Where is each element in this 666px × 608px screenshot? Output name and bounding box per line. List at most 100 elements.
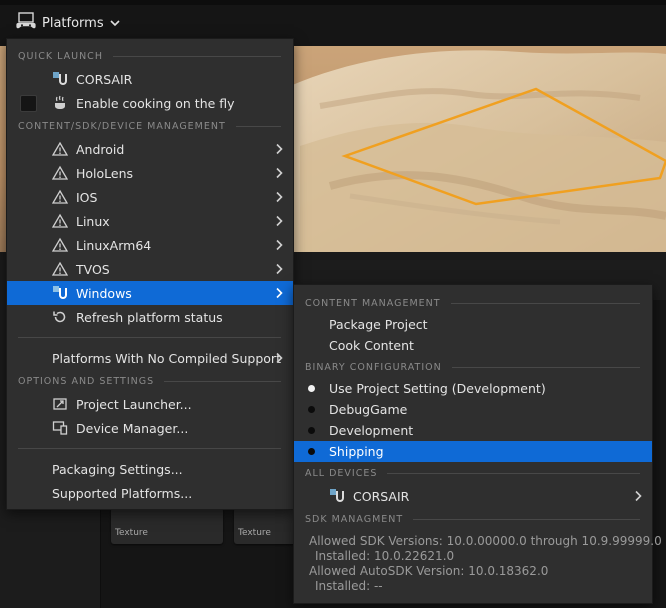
- platform-label: LinuxArm64: [76, 237, 152, 253]
- unreal-u-icon: [52, 285, 68, 301]
- refresh-platform-status[interactable]: Refresh platform status: [7, 305, 293, 329]
- section-divider: [164, 380, 281, 382]
- device-manager[interactable]: Device Manager...: [7, 416, 293, 440]
- config-debuggame[interactable]: DebugGame: [294, 399, 652, 420]
- warning-triangle-icon: [52, 213, 68, 229]
- package-project-label: Package Project: [329, 317, 428, 332]
- section-binary-configuration: BINARY CONFIGURATION: [294, 356, 652, 378]
- platform-item-linuxarm64[interactable]: LinuxArm64: [7, 233, 293, 257]
- platform-label: IOS: [76, 189, 98, 205]
- asset-type-label: Texture: [238, 528, 271, 538]
- platform-item-ios[interactable]: IOS: [7, 185, 293, 209]
- sdk-info: Allowed SDK Versions: 10.0.00000.0 throu…: [294, 534, 662, 594]
- chevron-right-icon: [273, 263, 285, 275]
- section-label: CONTENT MANAGEMENT: [305, 297, 441, 309]
- chevron-down-icon: [110, 16, 120, 31]
- config-label: Use Project Setting (Development): [329, 381, 546, 396]
- config-label: Development: [329, 423, 414, 438]
- section-management: CONTENT/SDK/DEVICE MANAGEMENT: [7, 115, 293, 137]
- platforms-menu: QUICK LAUNCH CORSAIR Enable cooking on t…: [6, 38, 294, 510]
- platform-label: Linux: [76, 213, 110, 229]
- platform-label: Windows: [76, 285, 132, 301]
- autosdk-allowed-version: Allowed AutoSDK Version: 10.0.18362.0: [309, 564, 549, 578]
- chevron-right-icon: [273, 191, 285, 203]
- autosdk-installed-version: Installed: --: [315, 579, 383, 593]
- chevron-right-icon: [273, 215, 285, 227]
- quick-launch-device[interactable]: CORSAIR: [7, 67, 293, 91]
- section-content-management: CONTENT MANAGEMENT: [294, 292, 652, 314]
- warning-triangle-icon: [52, 261, 68, 277]
- section-divider: [451, 366, 640, 368]
- sdk-installed-version: Installed: 10.0.22621.0: [315, 549, 455, 563]
- config-label: DebugGame: [329, 402, 408, 417]
- section-label: SDK MANAGMENT: [305, 513, 404, 525]
- platform-item-windows[interactable]: Windows: [7, 281, 293, 305]
- cook-content[interactable]: Cook Content: [294, 335, 652, 356]
- platform-item-android[interactable]: Android: [7, 137, 293, 161]
- packaging-settings[interactable]: Packaging Settings...: [7, 457, 293, 481]
- asset-type-label: Texture: [115, 528, 148, 538]
- config-development[interactable]: Development: [294, 420, 652, 441]
- platform-item-hololens[interactable]: HoloLens: [7, 161, 293, 185]
- section-quick-launch: QUICK LAUNCH: [7, 45, 293, 67]
- steam-cup-icon: [52, 95, 68, 111]
- radio-dot: [308, 427, 315, 434]
- menu-separator: [18, 448, 281, 449]
- section-divider: [450, 302, 640, 304]
- section-label: ALL DEVICES: [305, 467, 378, 479]
- refresh-label: Refresh platform status: [76, 309, 223, 325]
- device-corsair[interactable]: CORSAIR: [294, 484, 652, 508]
- section-label: CONTENT/SDK/DEVICE MANAGEMENT: [18, 120, 226, 132]
- chevron-right-icon: [273, 143, 285, 155]
- asset-tile[interactable]: Texture: [111, 508, 223, 544]
- config-shipping[interactable]: Shipping: [294, 441, 652, 462]
- config-label: Shipping: [329, 444, 384, 459]
- section-divider: [387, 472, 640, 474]
- title-strip: [0, 0, 666, 5]
- menu-separator: [18, 337, 281, 338]
- cook-content-label: Cook Content: [329, 338, 414, 353]
- platform-item-linux[interactable]: Linux: [7, 209, 293, 233]
- gamepad-icon: [16, 12, 36, 34]
- section-divider: [413, 518, 640, 520]
- platform-item-tvos[interactable]: TVOS: [7, 257, 293, 281]
- warning-triangle-icon: [52, 165, 68, 181]
- warning-triangle-icon: [52, 189, 68, 205]
- chevron-right-icon: [632, 490, 644, 502]
- rocket-icon: [52, 396, 68, 412]
- radio-selected-dot: [308, 385, 315, 392]
- unreal-u-icon: [52, 71, 68, 87]
- section-sdk-management: SDK MANAGMENT: [294, 508, 652, 530]
- platforms-label: Platforms: [42, 15, 104, 31]
- platform-label: TVOS: [76, 261, 110, 277]
- packaging-settings-label: Packaging Settings...: [52, 461, 183, 477]
- supported-platforms[interactable]: Supported Platforms...: [7, 481, 293, 505]
- section-label: OPTIONS AND SETTINGS: [18, 375, 155, 387]
- project-launcher[interactable]: Project Launcher...: [7, 392, 293, 416]
- chevron-right-icon: [273, 167, 285, 179]
- enable-cooking-on-the-fly[interactable]: Enable cooking on the fly: [7, 91, 293, 115]
- section-label: BINARY CONFIGURATION: [305, 361, 442, 373]
- cooking-checkbox[interactable]: [20, 95, 37, 112]
- chevron-right-icon: [273, 352, 285, 364]
- platforms-no-compiled-support[interactable]: Platforms With No Compiled Support: [7, 346, 293, 370]
- supported-platforms-label: Supported Platforms...: [52, 485, 193, 501]
- no-compiled-support-label: Platforms With No Compiled Support: [52, 350, 281, 366]
- config-use-project-setting[interactable]: Use Project Setting (Development): [294, 378, 652, 399]
- unreal-u-icon: [329, 488, 345, 504]
- section-options: OPTIONS AND SETTINGS: [7, 370, 293, 392]
- platforms-dropdown-button[interactable]: Platforms: [12, 10, 124, 36]
- radio-dot: [308, 406, 315, 413]
- project-launcher-label: Project Launcher...: [76, 396, 192, 412]
- package-project[interactable]: Package Project: [294, 314, 652, 335]
- refresh-icon: [52, 309, 68, 325]
- sdk-allowed-versions: Allowed SDK Versions: 10.0.00000.0 throu…: [309, 534, 662, 548]
- chevron-right-icon: [273, 239, 285, 251]
- device-name: CORSAIR: [353, 488, 410, 504]
- section-divider: [112, 55, 281, 57]
- radio-dot: [308, 448, 315, 455]
- device-manager-label: Device Manager...: [76, 420, 189, 436]
- section-label: QUICK LAUNCH: [18, 50, 103, 62]
- section-divider: [235, 125, 281, 127]
- devices-icon: [52, 420, 68, 436]
